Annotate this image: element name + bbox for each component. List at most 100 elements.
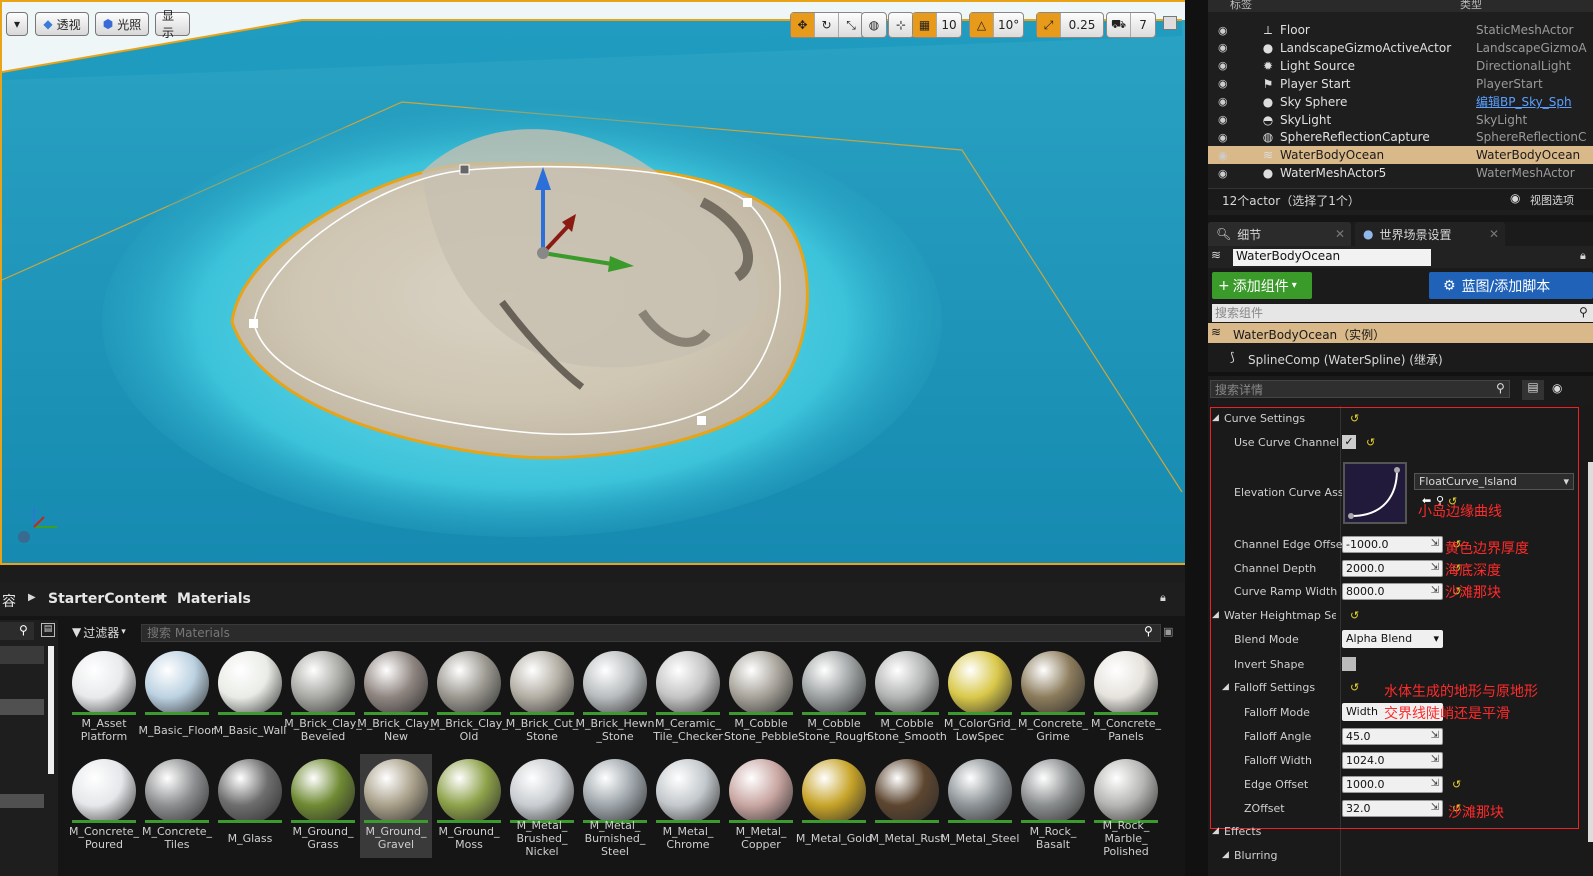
save-search-icon[interactable]: ▣ [1163,625,1173,638]
rotation-snap-value[interactable]: 10° [994,13,1023,37]
outliner-row[interactable]: ◉ ◍ SphereReflectionCapture SphereReflectio… [1208,128,1593,146]
folder-row[interactable] [0,646,44,664]
sources-search[interactable] [0,622,34,640]
translate-icon[interactable]: ✥ [791,13,815,37]
outliner-row[interactable]: ◉ ● WaterMeshActor5 WaterMeshActor [1208,164,1593,182]
component-spline-row[interactable]: ⟆ SplineComp (WaterSpline) (继承) [1208,348,1593,368]
reset-icon[interactable]: ↺ [1366,436,1375,449]
material-tile[interactable]: M_Metal_Gold [796,754,872,858]
viewport-options-button[interactable]: ▾ [6,12,28,36]
reset-icon[interactable]: ↺ [1350,609,1359,622]
curve-settings-section[interactable]: ◢ Curve Settings ↺ [1208,406,1593,430]
edge-offset-input[interactable]: 1000.0 ⇲ [1342,775,1443,793]
surface-snap-icon[interactable]: ⊹ [889,13,913,37]
folder-row[interactable] [0,699,44,715]
material-tile[interactable]: M_Brick_Cut_ Stone [506,646,578,750]
material-tile[interactable]: M_Concrete_ Tiles [141,754,213,858]
search-icon[interactable]: ⚲ [1496,381,1505,395]
reset-icon[interactable]: ↺ [1452,778,1461,791]
visibility-eye-icon[interactable]: ◉ [1218,95,1234,108]
material-tile[interactable]: M_Ground_ Grass [287,754,359,858]
scale-snap-icon[interactable]: ⤢ [1037,13,1061,37]
outliner-row[interactable]: ◉ ● LandscapeGizmoActiveActor LandscapeGizm… [1208,39,1593,57]
material-tile[interactable]: M_Brick_Clay_ Beveled [284,646,362,750]
lit-button[interactable]: ⬢ 光照 [95,12,149,36]
component-instance-row[interactable]: ≋ WaterBodyOcean（实例） [1208,323,1593,343]
filter-button[interactable]: ▼ 过滤器 ▾ [72,622,136,642]
add-component-button[interactable]: + 添加组件 ▾ [1212,272,1312,299]
outliner-row[interactable]: ◉ ⚑ Player Start PlayerStart [1208,75,1593,93]
invert-shape-checkbox[interactable] [1342,657,1356,671]
visibility-eye-icon[interactable]: ◉ [1218,113,1234,126]
material-tile[interactable]: M_Glass [214,754,286,858]
actor-name-input[interactable]: WaterBodyOcean [1233,249,1431,266]
reset-icon[interactable]: ↺ [1350,681,1359,694]
search-icon[interactable]: ⚲ [1144,624,1153,638]
visibility-eye-icon[interactable]: ◉ [1218,41,1234,54]
scale-icon[interactable]: ⤡ [839,13,863,37]
falloff-width-input[interactable]: 1024.0 ⇲ [1342,751,1443,769]
lock-icon[interactable]: 🔒︎ [1580,249,1586,263]
material-tile[interactable]: M_Asset Platform [68,646,140,750]
material-tile[interactable]: M_Cobble Stone_Rough [798,646,870,750]
search-icon[interactable]: ⚲ [19,623,28,637]
materials-search-input[interactable]: 搜索 Materials [141,624,1161,642]
visibility-eye-icon[interactable]: ◉ [1218,77,1234,90]
close-icon[interactable]: ✕ [1335,227,1345,241]
visibility-eye-icon[interactable]: ◉ [1218,149,1234,162]
search-details-input[interactable]: 搜索详情 [1210,380,1510,398]
visibility-eye-icon[interactable]: ◉ [1218,167,1234,180]
perspective-button[interactable]: ◆ 透视 [35,12,89,36]
crumb-root[interactable]: 容 [2,591,16,611]
outliner-row[interactable]: ◉ ● Sky Sphere 编辑BP_Sky_Sph [1208,93,1593,111]
camera-speed-value[interactable]: 7 [1131,13,1155,37]
curve-ramp-width-input[interactable]: 8000.0 ⇲ [1342,582,1443,600]
sources-scrollbar[interactable] [48,646,54,774]
search-components-input[interactable]: 搜索组件 [1212,304,1593,322]
material-tile[interactable]: M_Concrete_ Panels [1090,646,1162,750]
folder-row[interactable] [0,794,44,808]
close-icon[interactable]: ✕ [1489,227,1499,241]
blueprint-button[interactable]: ⚙ 蓝图/添加脚本 [1429,272,1593,299]
maximize-viewport-icon[interactable] [1163,16,1177,30]
camera-speed-icon[interactable]: ⛟ [1107,13,1132,37]
scale-snap-value[interactable]: 0.25 [1061,13,1103,37]
material-tile[interactable]: M_Metal_Steel [941,754,1019,858]
angle-icon[interactable]: △ [970,13,994,37]
zoffset-input[interactable]: 32.0 ⇲ [1342,799,1443,817]
rotate-icon[interactable]: ↻ [815,13,839,37]
material-tile[interactable]: M_Rock_ Marble_ Polished [1090,754,1162,858]
crumb-starter-content[interactable]: StarterContent [48,591,167,607]
material-tile[interactable]: M_ColorGrid_ LowSpec [944,646,1016,750]
eye-icon[interactable]: ◉ [1552,381,1562,395]
effects-section[interactable]: ◢ Effects [1208,819,1593,843]
visibility-eye-icon[interactable]: ◉ [1218,24,1234,37]
material-tile[interactable]: M_Metal_ Burnished_ Steel [579,754,651,858]
sources-view-icon[interactable]: ▤ [41,623,55,637]
eye-icon[interactable]: ◉ [1510,191,1520,205]
outliner-row[interactable]: ◉ ≋ WaterBodyOcean WaterBodyOcean [1208,146,1593,165]
material-tile[interactable]: M_Cobble Stone_Pebble [724,646,798,750]
outliner-row[interactable]: ◉ ◓ SkyLight SkyLight [1208,111,1593,129]
view-options-button[interactable]: 视图选项 [1530,192,1574,208]
material-tile[interactable]: M_Rock_ Basalt [1017,754,1089,858]
details-scrollbar[interactable] [1588,462,1593,842]
blurring-section[interactable]: ◢ Blurring [1208,843,1593,867]
outliner-row[interactable]: ◉ ⟂ Floor StaticMeshActor [1208,21,1593,39]
material-tile[interactable]: M_Concrete_ Poured [68,754,140,858]
grid-icon[interactable]: ▦ [913,13,937,37]
outliner-row[interactable]: ◉ ✹ Light Source DirectionalLight [1208,57,1593,75]
material-tile[interactable]: M_Ground_ Gravel [360,754,432,858]
crumb-materials[interactable]: Materials [177,591,251,607]
panel-splitter[interactable] [1185,0,1208,876]
visibility-eye-icon[interactable]: ◉ [1218,131,1234,144]
globe-icon[interactable]: ◍ [862,13,886,37]
material-tile[interactable]: M_Ground_ Moss [433,754,505,858]
grid-snap-value[interactable]: 10 [937,13,961,37]
material-tile[interactable]: M_Brick_Hewn _Stone [575,646,655,750]
show-button[interactable]: 显示 [155,9,190,40]
blend-mode-dropdown[interactable]: Alpha Blend ▾ [1342,630,1443,648]
tab-world-settings[interactable]: ● 世界场景设置 ✕ [1355,222,1505,246]
col-type[interactable]: 类型 [1460,0,1482,12]
material-tile[interactable]: M_Ceramic_ Tile_Checker [652,646,724,750]
